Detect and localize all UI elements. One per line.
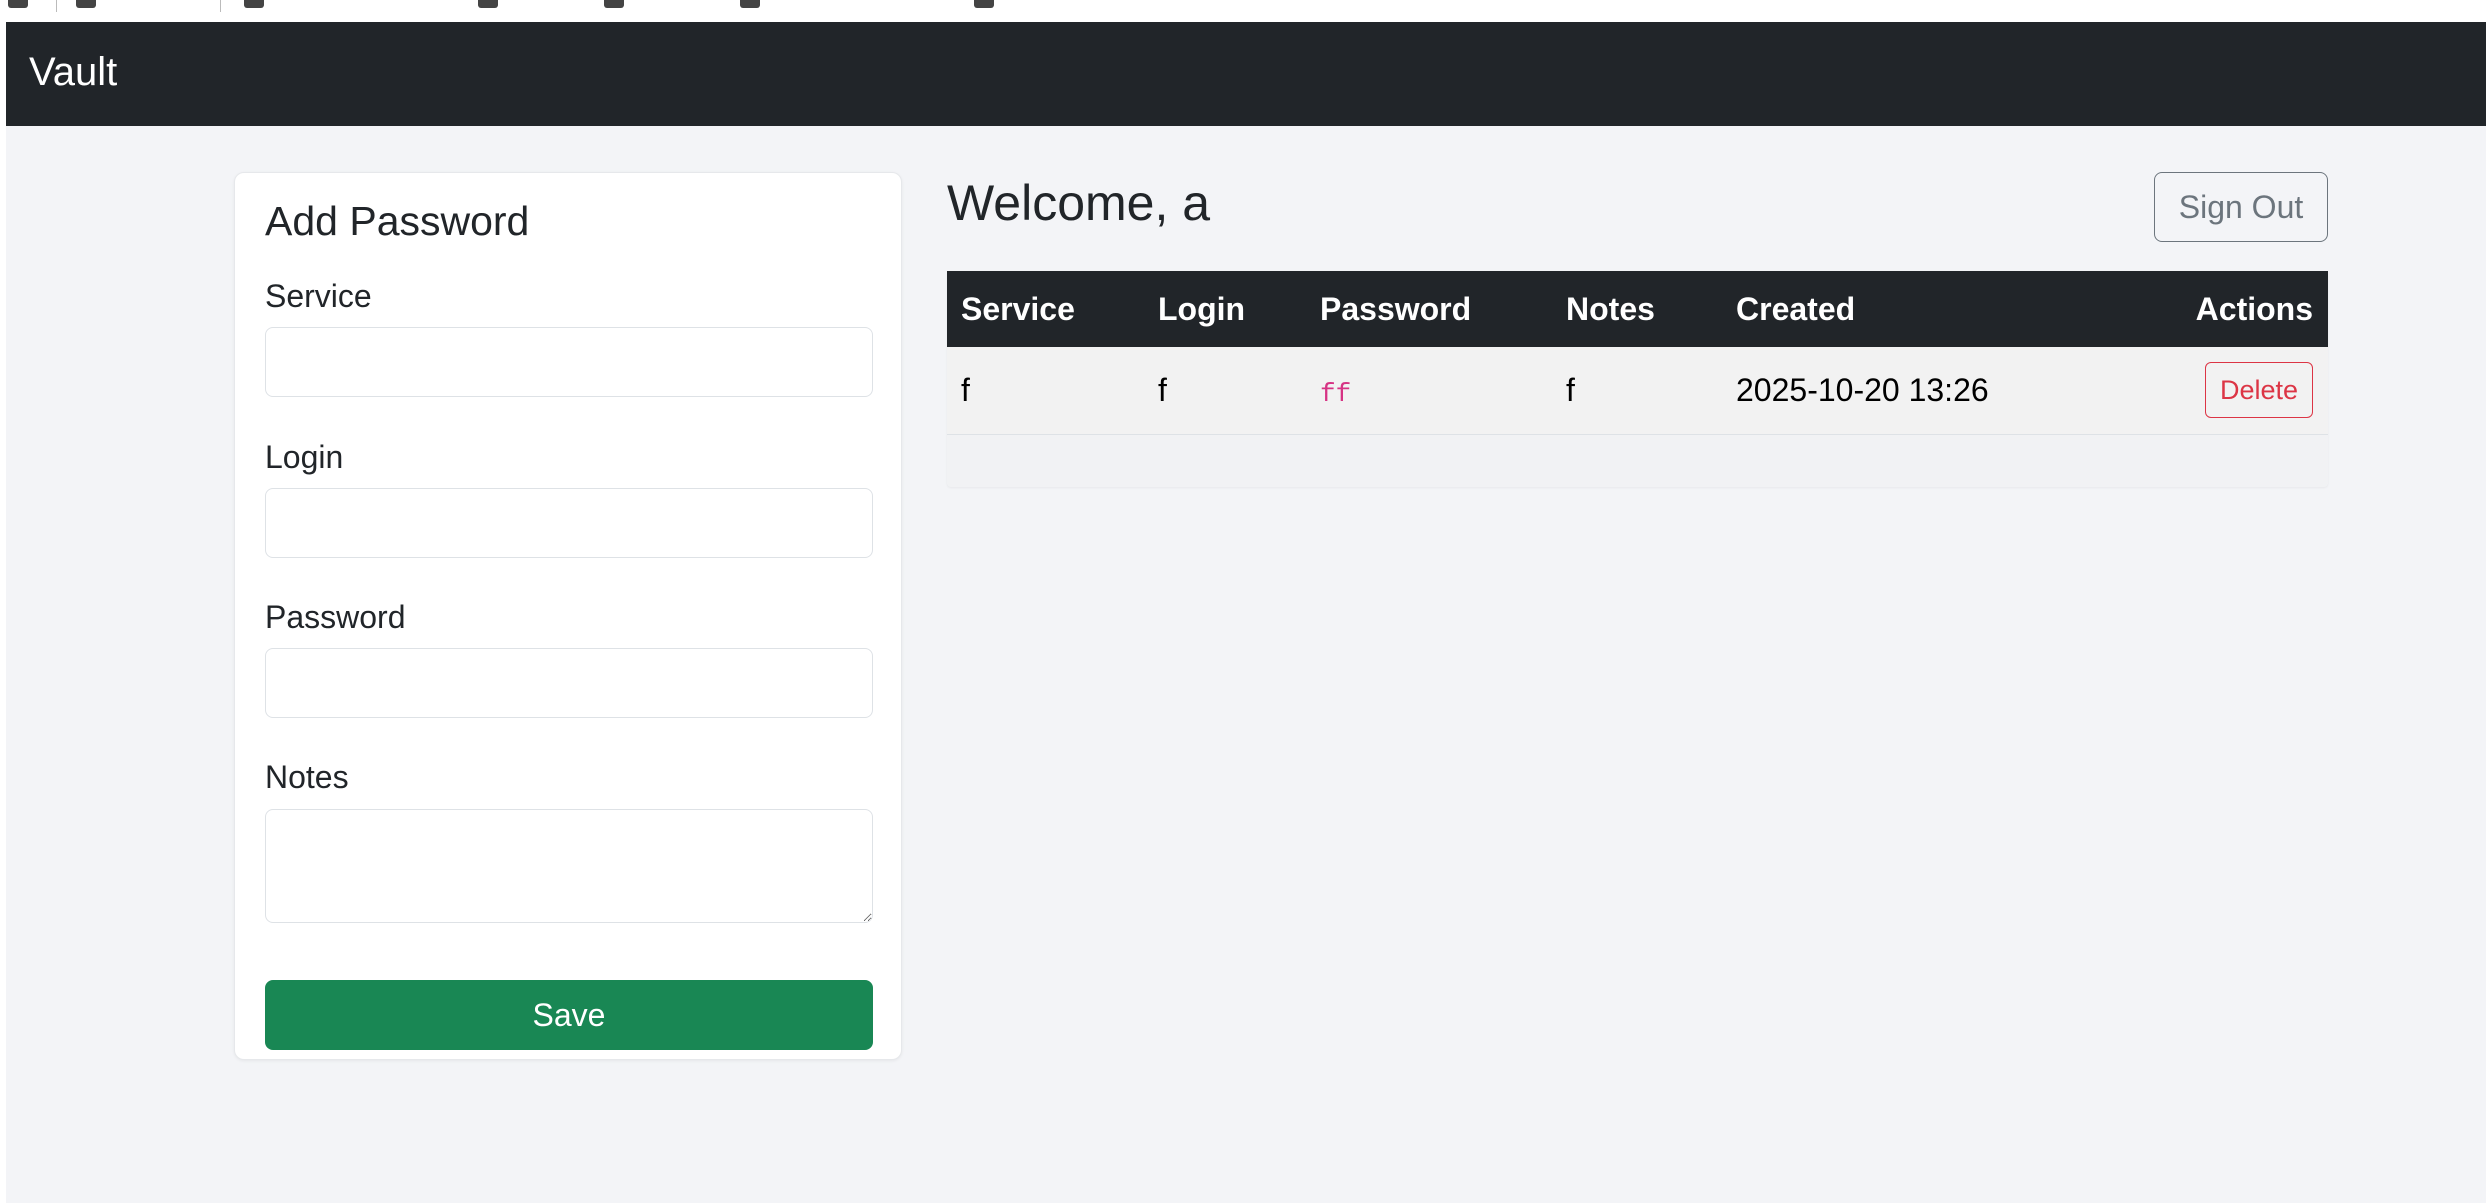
table-header-row: Service Login Password Notes Created Act… — [947, 271, 2328, 347]
navbar-brand[interactable]: Vault — [29, 50, 117, 95]
service-input[interactable] — [265, 327, 873, 397]
password-input[interactable] — [265, 648, 873, 718]
bookmark-item[interactable] — [76, 0, 96, 8]
bookmark-item[interactable] — [974, 0, 994, 8]
password-code[interactable]: ff — [1320, 379, 1351, 409]
bookmarks-bar — [0, 0, 2486, 22]
bookmark-item[interactable] — [244, 0, 264, 8]
bookmark-icon — [740, 0, 760, 8]
save-button[interactable]: Save — [265, 980, 873, 1050]
passwords-table: Service Login Password Notes Created Act… — [947, 271, 2328, 435]
bookmark-item[interactable] — [478, 0, 498, 8]
cell-notes: f — [1566, 371, 1575, 408]
column-header-password: Password — [1320, 290, 1472, 327]
bookmark-item[interactable] — [604, 0, 624, 8]
welcome-heading: Welcome, a — [947, 175, 1211, 231]
bookmark-icon — [8, 0, 28, 8]
chatgpt-icon — [478, 0, 498, 8]
cell-actions: Delete — [2122, 347, 2328, 434]
folder-icon — [76, 0, 96, 8]
column-header-service: Service — [961, 290, 1075, 327]
cyberchef-icon — [604, 0, 624, 8]
bookmark-icon — [244, 0, 264, 8]
bookmark-item[interactable] — [8, 0, 28, 8]
bookmark-icon — [974, 0, 994, 8]
column-header-login: Login — [1158, 290, 1246, 327]
add-password-title: Add Password — [265, 198, 530, 244]
delete-button[interactable]: Delete — [2204, 362, 2313, 419]
bookmarks-divider — [220, 0, 221, 12]
login-input[interactable] — [265, 488, 873, 558]
cell-service: f — [961, 371, 970, 408]
cell-created: 2025-10-20 13:26 — [1736, 371, 1989, 408]
bookmark-item[interactable] — [740, 0, 760, 8]
cell-password: ff — [1306, 347, 1552, 434]
app-viewport: Vault Add Password Service Login Passwor… — [6, 22, 2486, 1203]
navbar: Vault — [6, 22, 2486, 126]
table-row: f f ff f 2025-10-20 13:26 Delete — [947, 347, 2328, 434]
column-header-actions: Actions — [2195, 290, 2313, 327]
service-label: Service — [265, 278, 372, 314]
add-password-card: Add Password Service Login Password Note… — [234, 172, 902, 1060]
notes-textarea[interactable] — [265, 809, 873, 923]
bookmarks-divider — [56, 0, 57, 12]
login-label: Login — [265, 439, 344, 475]
notes-label: Notes — [265, 759, 349, 795]
sign-out-button[interactable]: Sign Out — [2154, 172, 2328, 242]
password-label: Password — [265, 599, 406, 635]
cell-login: f — [1158, 371, 1167, 408]
column-header-created: Created — [1736, 290, 1856, 327]
column-header-notes: Notes — [1566, 290, 1655, 327]
passwords-table-container: Service Login Password Notes Created Act… — [947, 271, 2328, 487]
